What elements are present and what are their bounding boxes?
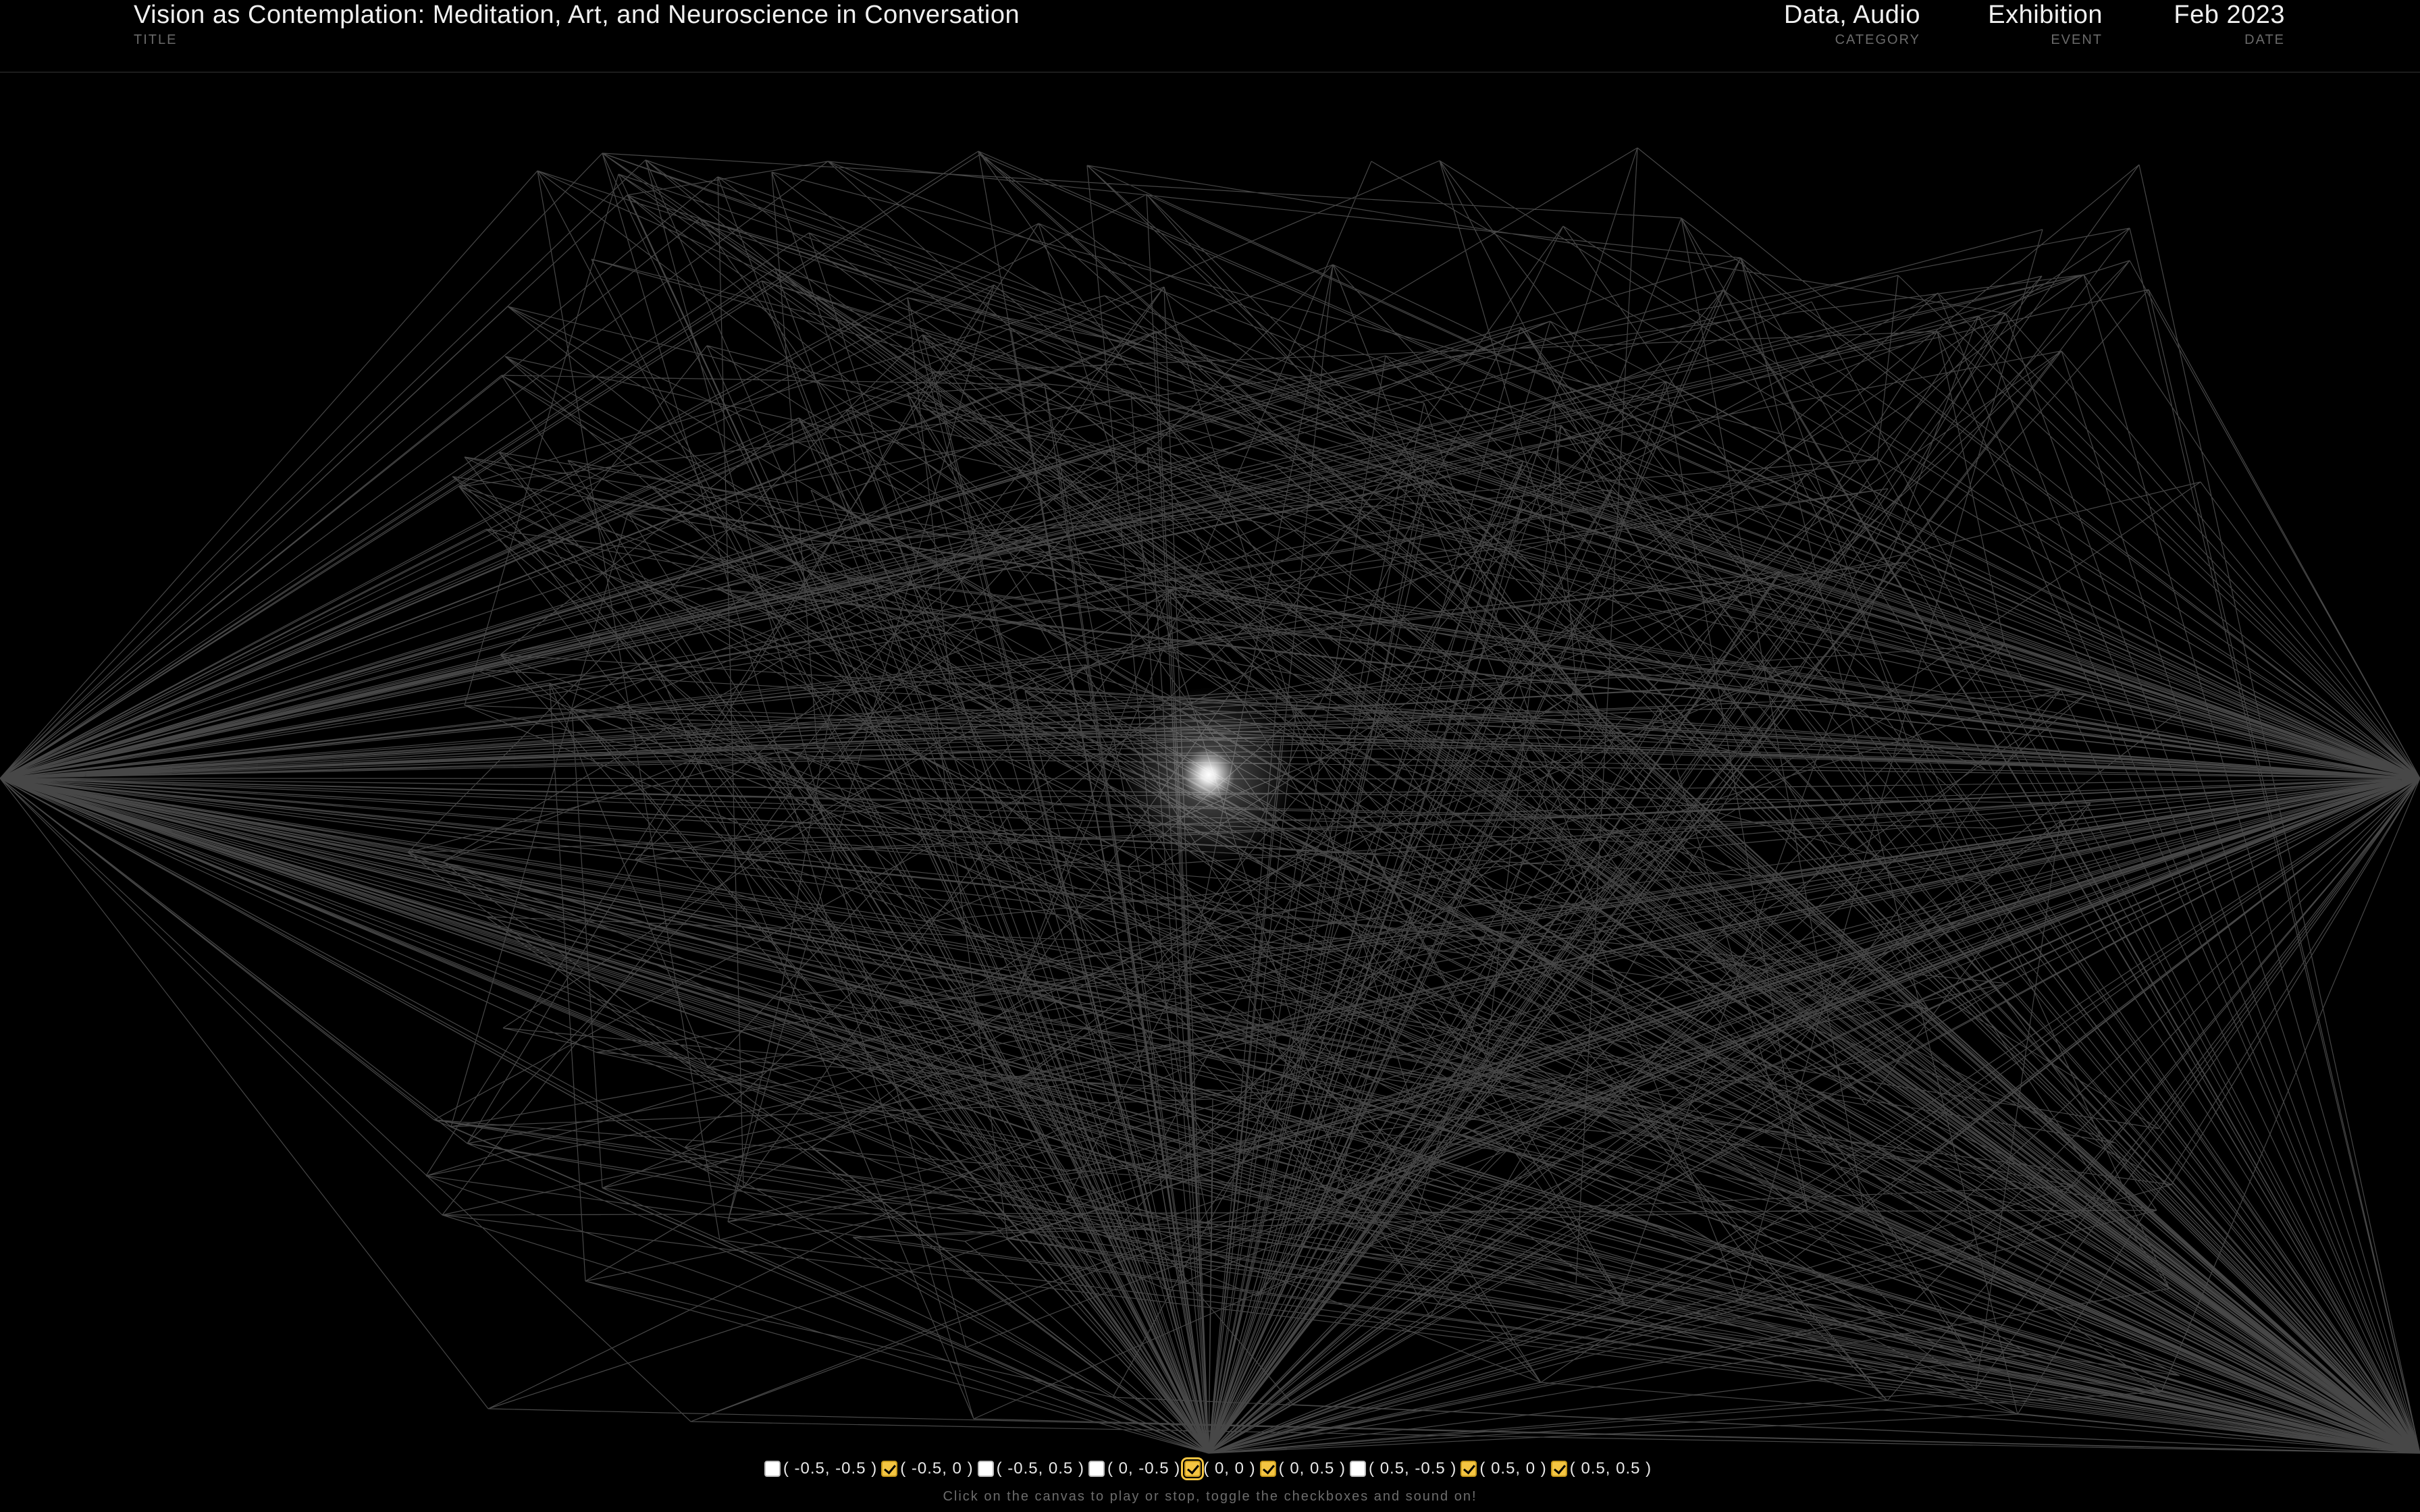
checkbox-label: ( -0.5, 0.5 ) — [996, 1459, 1084, 1478]
checkbox-label: ( 0, 0 ) — [1203, 1459, 1256, 1478]
checkbox-item: ( 0, 0 ) — [1181, 1455, 1256, 1482]
checkbox-item: ( -0.5, 0 ) — [881, 1455, 973, 1482]
checkbox-0-05[interactable] — [1259, 1461, 1276, 1477]
category-block: Data, Audio CATEGORY — [1784, 0, 1920, 49]
checkbox-m05-05[interactable] — [977, 1461, 994, 1477]
project-event: Exhibition — [1988, 1, 2103, 29]
checkbox-item: ( -0.5, -0.5 ) — [764, 1455, 877, 1482]
checkbox-05-m05[interactable] — [1350, 1461, 1367, 1477]
site-header: Vision as Contemplation: Meditation, Art… — [0, 0, 2420, 73]
title-block: Vision as Contemplation: Meditation, Art… — [134, 0, 1020, 49]
event-block: Exhibition EVENT — [1988, 0, 2103, 49]
center-glow — [1121, 687, 1296, 863]
visualization-canvas[interactable] — [0, 73, 2420, 1457]
checkbox-05-05[interactable] — [1550, 1461, 1567, 1477]
instructions-text: Click on the canvas to play or stop, tog… — [943, 1489, 1477, 1504]
checkbox-m05-0[interactable] — [881, 1461, 898, 1477]
checkbox-label: ( -0.5, -0.5 ) — [783, 1459, 878, 1478]
checkbox-label: ( 0, 0.5 ) — [1278, 1459, 1346, 1478]
speaker-checkbox-row: ( -0.5, -0.5 ) ( -0.5, 0 ) ( -0.5, 0.5 )… — [0, 1455, 2420, 1482]
checkbox-item: ( 0.5, 0 ) — [1461, 1455, 1546, 1482]
checkbox-item: ( 0.5, 0.5 ) — [1550, 1455, 1652, 1482]
checkbox-0-m05[interactable] — [1088, 1461, 1105, 1477]
project-date: Feb 2023 — [2174, 1, 2285, 29]
project-category: Data, Audio — [1784, 1, 1920, 29]
checkbox-m05-m05[interactable] — [764, 1461, 781, 1477]
checkbox-item: ( 0.5, -0.5 ) — [1350, 1455, 1456, 1482]
date-caption: DATE — [2244, 32, 2285, 47]
checkbox-label: ( -0.5, 0 ) — [900, 1459, 974, 1478]
checkbox-05-0[interactable] — [1461, 1461, 1477, 1477]
checkbox-0-0[interactable] — [1181, 1457, 1205, 1480]
event-caption: EVENT — [2051, 32, 2103, 47]
checkbox-label: ( 0.5, 0.5 ) — [1569, 1459, 1652, 1478]
checkbox-label: ( 0, -0.5 ) — [1107, 1459, 1181, 1478]
checkbox-item: ( 0, -0.5 ) — [1088, 1455, 1180, 1482]
category-caption: CATEGORY — [1835, 32, 1920, 47]
date-block: Feb 2023 DATE — [2174, 0, 2285, 49]
title-caption: TITLE — [134, 32, 178, 47]
checkbox-item: ( 0, 0.5 ) — [1259, 1455, 1346, 1482]
checkbox-label: ( 0.5, 0 ) — [1479, 1459, 1547, 1478]
checkbox-item: ( -0.5, 0.5 ) — [977, 1455, 1084, 1482]
project-title: Vision as Contemplation: Meditation, Art… — [134, 1, 1020, 29]
checkbox-label: ( 0.5, -0.5 ) — [1369, 1459, 1457, 1478]
